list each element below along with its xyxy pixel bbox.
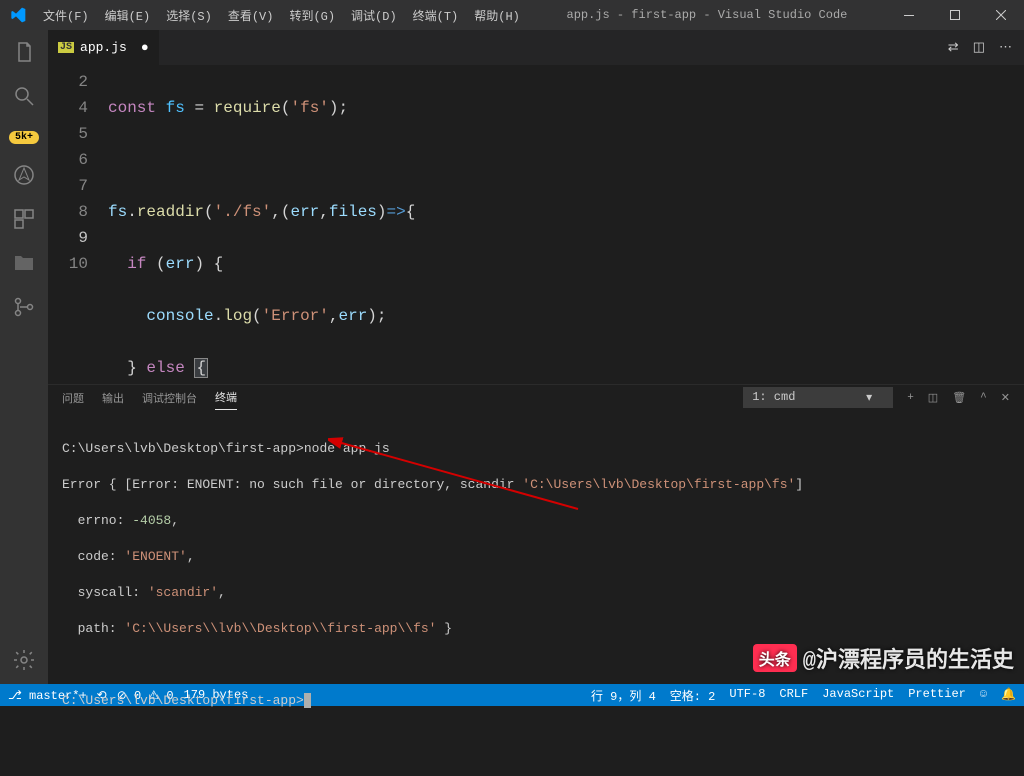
search-icon[interactable]: [12, 84, 36, 108]
panel-tab-output[interactable]: 输出: [102, 386, 124, 410]
menu-view[interactable]: 查看(V): [220, 7, 282, 24]
code-content[interactable]: const fs = require('fs'); fs.readdir('./…: [108, 65, 984, 384]
wakatime-badge[interactable]: 5k+: [9, 128, 39, 143]
panel-tab-problems[interactable]: 问题: [62, 386, 84, 410]
menu-terminal[interactable]: 终端(T): [405, 7, 467, 24]
kill-terminal-icon[interactable]: 🗑: [952, 391, 966, 405]
maximize-panel-icon[interactable]: ^: [980, 392, 987, 404]
new-terminal-icon[interactable]: +: [907, 392, 914, 404]
panel-tab-terminal[interactable]: 终端: [215, 385, 237, 410]
tab-label: app.js: [80, 40, 127, 55]
menu-file[interactable]: 文件(F): [35, 7, 97, 24]
menu-edit[interactable]: 编辑(E): [97, 7, 159, 24]
folder-icon[interactable]: [12, 251, 36, 275]
extensions-icon[interactable]: [12, 207, 36, 231]
menu-help[interactable]: 帮助(H): [466, 7, 528, 24]
menu-debug[interactable]: 调试(D): [343, 7, 405, 24]
editor-tabs: JS app.js ● ⇄ ◫ ⋯: [48, 30, 1024, 65]
split-terminal-icon[interactable]: ◫: [928, 391, 938, 405]
titlebar: 文件(F) 编辑(E) 选择(S) 查看(V) 转到(G) 调试(D) 终端(T…: [0, 0, 1024, 30]
tab-app-js[interactable]: JS app.js ●: [48, 30, 159, 65]
panel-tab-debugconsole[interactable]: 调试控制台: [142, 386, 197, 410]
git-icon[interactable]: [12, 295, 36, 319]
panel-tabs: 问题 输出 调试控制台 终端 1: cmd▾ + ◫ 🗑 ^ ✕: [48, 385, 1024, 410]
settings-icon[interactable]: [12, 648, 36, 672]
close-button[interactable]: [978, 0, 1024, 30]
compare-icon[interactable]: ⇄: [948, 40, 959, 55]
tab-dirty-icon[interactable]: ●: [141, 40, 149, 55]
menu-selection[interactable]: 选择(S): [158, 7, 220, 24]
close-panel-icon[interactable]: ✕: [1001, 391, 1010, 405]
bottom-panel: 问题 输出 调试控制台 终端 1: cmd▾ + ◫ 🗑 ^ ✕ C:\User…: [48, 384, 1024, 684]
minimap[interactable]: [984, 65, 1024, 384]
maximize-button[interactable]: [932, 0, 978, 30]
split-editor-icon[interactable]: ◫: [973, 40, 985, 55]
javascript-icon: JS: [58, 42, 74, 53]
menu-bar: 文件(F) 编辑(E) 选择(S) 查看(V) 转到(G) 调试(D) 终端(T…: [35, 7, 528, 24]
more-icon[interactable]: ⋯: [999, 40, 1012, 55]
terminal-content[interactable]: C:\Users\lvb\Desktop\first-app>node app.…: [48, 410, 1024, 776]
explorer-icon[interactable]: [12, 40, 36, 64]
activity-bar: 5k+: [0, 30, 48, 684]
minimize-button[interactable]: [886, 0, 932, 30]
vscode-logo-icon: [0, 7, 35, 23]
code-editor[interactable]: 245678910 const fs = require('fs'); fs.r…: [48, 65, 1024, 384]
terminal-selector[interactable]: 1: cmd▾: [743, 387, 893, 408]
line-numbers: 245678910: [48, 65, 108, 384]
menu-go[interactable]: 转到(G): [281, 7, 343, 24]
watermark: 头条 @沪漂程序员的生活史: [753, 642, 1014, 674]
window-title: app.js - first-app - Visual Studio Code: [528, 8, 886, 22]
debug-icon[interactable]: [12, 163, 36, 187]
